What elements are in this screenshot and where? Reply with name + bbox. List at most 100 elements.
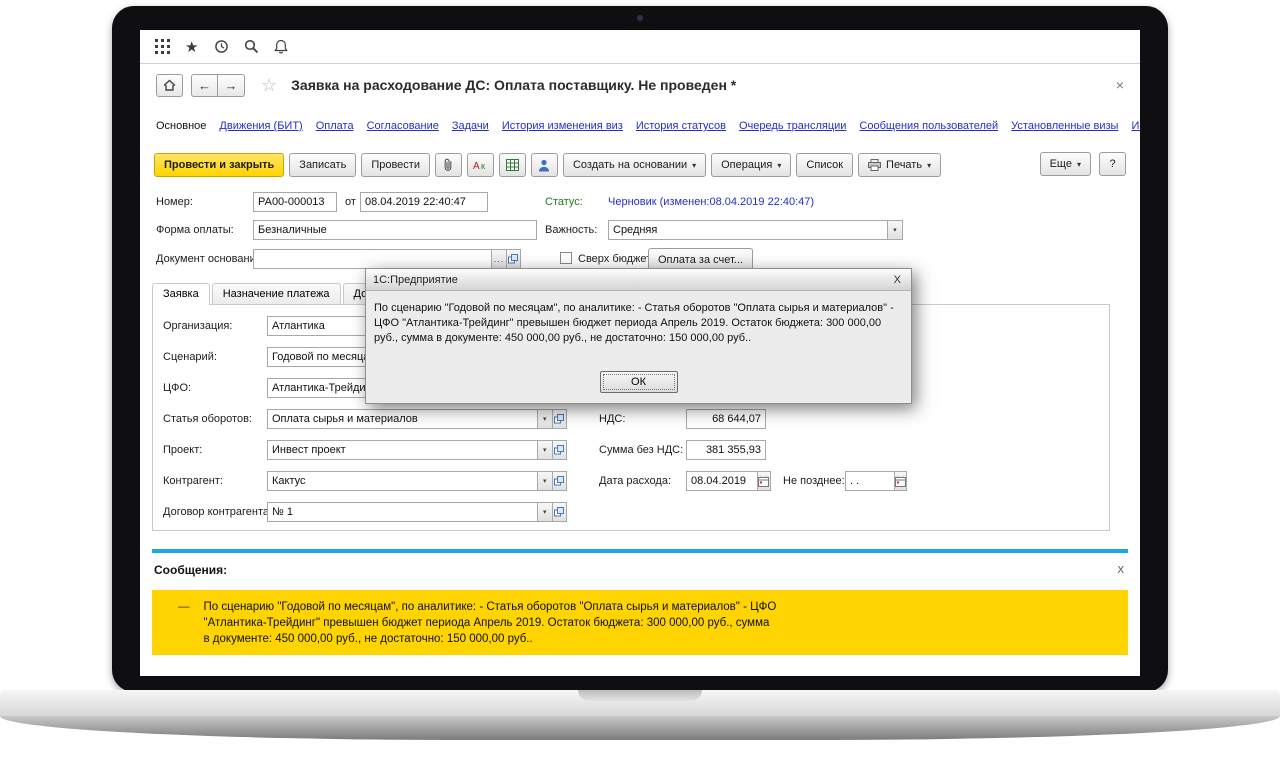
create-based-on-button[interactable]: Создать на основании ▾ — [563, 153, 706, 177]
history-icon[interactable] — [213, 39, 229, 54]
contract-input[interactable] — [267, 502, 538, 522]
post-button[interactable]: Провести — [361, 153, 430, 177]
open-icon[interactable] — [553, 440, 568, 460]
expense-date-input[interactable] — [686, 471, 758, 491]
nav-item-visa-change-history[interactable]: История изменения виз — [502, 120, 623, 136]
open-icon[interactable] — [553, 502, 568, 522]
search-icon[interactable] — [244, 39, 259, 54]
number-input[interactable] — [253, 192, 337, 212]
menu-grid-icon[interactable] — [155, 39, 170, 54]
nav-item-approval[interactable]: Согласование — [367, 120, 439, 136]
cfo-label: ЦФО: — [163, 382, 191, 394]
status-link[interactable]: Черновик (изменен:08.04.2019 22:40:47) — [608, 196, 814, 208]
document-header: ← → ☆ Заявка на расходование ДС: Оплата … — [140, 70, 1140, 100]
dropdown-arrow-icon[interactable]: ▾ — [538, 440, 553, 460]
nav-item-info[interactable]: Информация — [1131, 120, 1140, 136]
nav-item-movements[interactable]: Движения (БИТ) — [219, 120, 302, 136]
message-alert[interactable]: — По сценарию "Годовой по месяцам", по а… — [152, 590, 1128, 655]
from-label: от — [345, 196, 356, 208]
vat-label: НДС: — [599, 413, 625, 425]
document-date-field — [360, 192, 488, 212]
vat-input[interactable] — [686, 409, 766, 429]
base-document-input[interactable] — [253, 249, 492, 269]
dropdown-arrow-icon[interactable]: ▾ — [538, 502, 553, 522]
open-icon[interactable] — [507, 249, 521, 269]
sum-no-vat-input[interactable] — [686, 440, 766, 460]
dropdown-arrow-icon: ▾ — [927, 161, 931, 170]
payment-form-label: Форма оплаты: — [156, 224, 234, 236]
nav-item-set-visas[interactable]: Установленные визы — [1011, 120, 1118, 136]
dropdown-arrow-icon[interactable]: ▾ — [538, 409, 553, 429]
nav-item-main[interactable]: Основное — [156, 120, 206, 136]
paperclip-icon — [443, 158, 453, 172]
visas-icon: Ак — [473, 159, 487, 171]
dropdown-arrow-icon: ▾ — [692, 161, 696, 170]
ok-button[interactable]: ОК — [600, 371, 678, 393]
importance-input[interactable] — [608, 220, 888, 240]
messages-close-icon[interactable]: x — [1118, 561, 1125, 576]
more-button[interactable]: Еще ▾ — [1040, 152, 1091, 176]
dropdown-arrow-icon[interactable]: ▾ — [538, 471, 553, 491]
budget-table-button[interactable] — [499, 153, 526, 177]
document-date-input[interactable] — [360, 192, 488, 212]
top-toolbar: ★ — [140, 30, 1140, 64]
favorites-star-icon[interactable]: ★ — [185, 38, 198, 56]
not-later-label: Не позднее: — [783, 475, 845, 487]
base-document-field: ... — [253, 249, 521, 269]
open-icon[interactable] — [553, 409, 568, 429]
close-document-icon[interactable]: × — [1116, 77, 1124, 93]
importance-field: ▾ — [608, 220, 903, 240]
dropdown-arrow-icon[interactable]: ▾ — [888, 220, 903, 240]
number-label: Номер: — [156, 196, 193, 208]
not-later-field — [845, 471, 907, 491]
tab-request[interactable]: Заявка — [152, 283, 210, 305]
operation-button[interactable]: Операция ▾ — [711, 153, 791, 177]
counterparty-input[interactable] — [267, 471, 538, 491]
tab-payment-purpose[interactable]: Назначение платежа — [212, 283, 341, 304]
responsible-user-button[interactable] — [531, 153, 558, 177]
notifications-bell-icon[interactable] — [274, 39, 288, 54]
payment-form-input[interactable] — [253, 220, 537, 240]
print-button[interactable]: Печать ▾ — [858, 153, 941, 177]
expense-date-label: Дата расхода: — [599, 475, 671, 487]
list-button[interactable]: Список — [796, 153, 853, 177]
nav-item-status-history[interactable]: История статусов — [636, 120, 726, 136]
favorite-star-icon[interactable]: ☆ — [261, 75, 277, 96]
save-button[interactable]: Записать — [289, 153, 356, 177]
more-label: Еще — [1050, 158, 1072, 170]
help-button[interactable]: ? — [1099, 152, 1126, 176]
over-budget-checkbox[interactable] — [560, 252, 572, 264]
project-label: Проект: — [163, 444, 202, 456]
calendar-icon[interactable] — [895, 471, 907, 491]
webcam-icon — [637, 15, 643, 21]
dropdown-arrow-icon: ▾ — [777, 161, 781, 170]
back-button[interactable]: ← — [191, 74, 218, 97]
expense-date-field — [686, 471, 771, 491]
dropdown-arrow-icon: ▾ — [1077, 160, 1081, 169]
nav-item-tasks[interactable]: Задачи — [452, 120, 489, 136]
over-budget-label: Сверх бюджета — [578, 253, 657, 265]
post-and-close-button[interactable]: Провести и закрыть — [154, 153, 284, 177]
payment-form-field — [253, 220, 537, 240]
dialog-titlebar[interactable]: 1С:Предприятие X — [366, 269, 911, 291]
visas-button[interactable]: Ак — [467, 153, 494, 177]
nav-item-broadcast-queue[interactable]: Очередь трансляции — [739, 120, 846, 136]
messages-title: Сообщения: — [154, 563, 227, 577]
message-text: По сценарию "Годовой по месяцам", по ана… — [204, 599, 779, 655]
not-later-input[interactable] — [845, 471, 895, 491]
nav-item-user-messages[interactable]: Сообщения пользователей — [859, 120, 998, 136]
printer-icon — [868, 159, 881, 171]
dialog-close-icon[interactable]: X — [891, 274, 904, 286]
choose-button[interactable]: ... — [492, 249, 506, 269]
table-icon — [506, 159, 519, 171]
calendar-icon[interactable] — [758, 471, 771, 491]
home-button[interactable] — [156, 74, 183, 97]
attachments-button[interactable] — [435, 153, 462, 177]
open-icon[interactable] — [553, 471, 568, 491]
laptop-base-notch — [578, 690, 702, 701]
nav-item-payment[interactable]: Оплата — [316, 120, 354, 136]
project-input[interactable] — [267, 440, 538, 460]
turnover-item-input[interactable] — [267, 409, 538, 429]
number-field — [253, 192, 337, 212]
forward-button[interactable]: → — [218, 74, 245, 97]
